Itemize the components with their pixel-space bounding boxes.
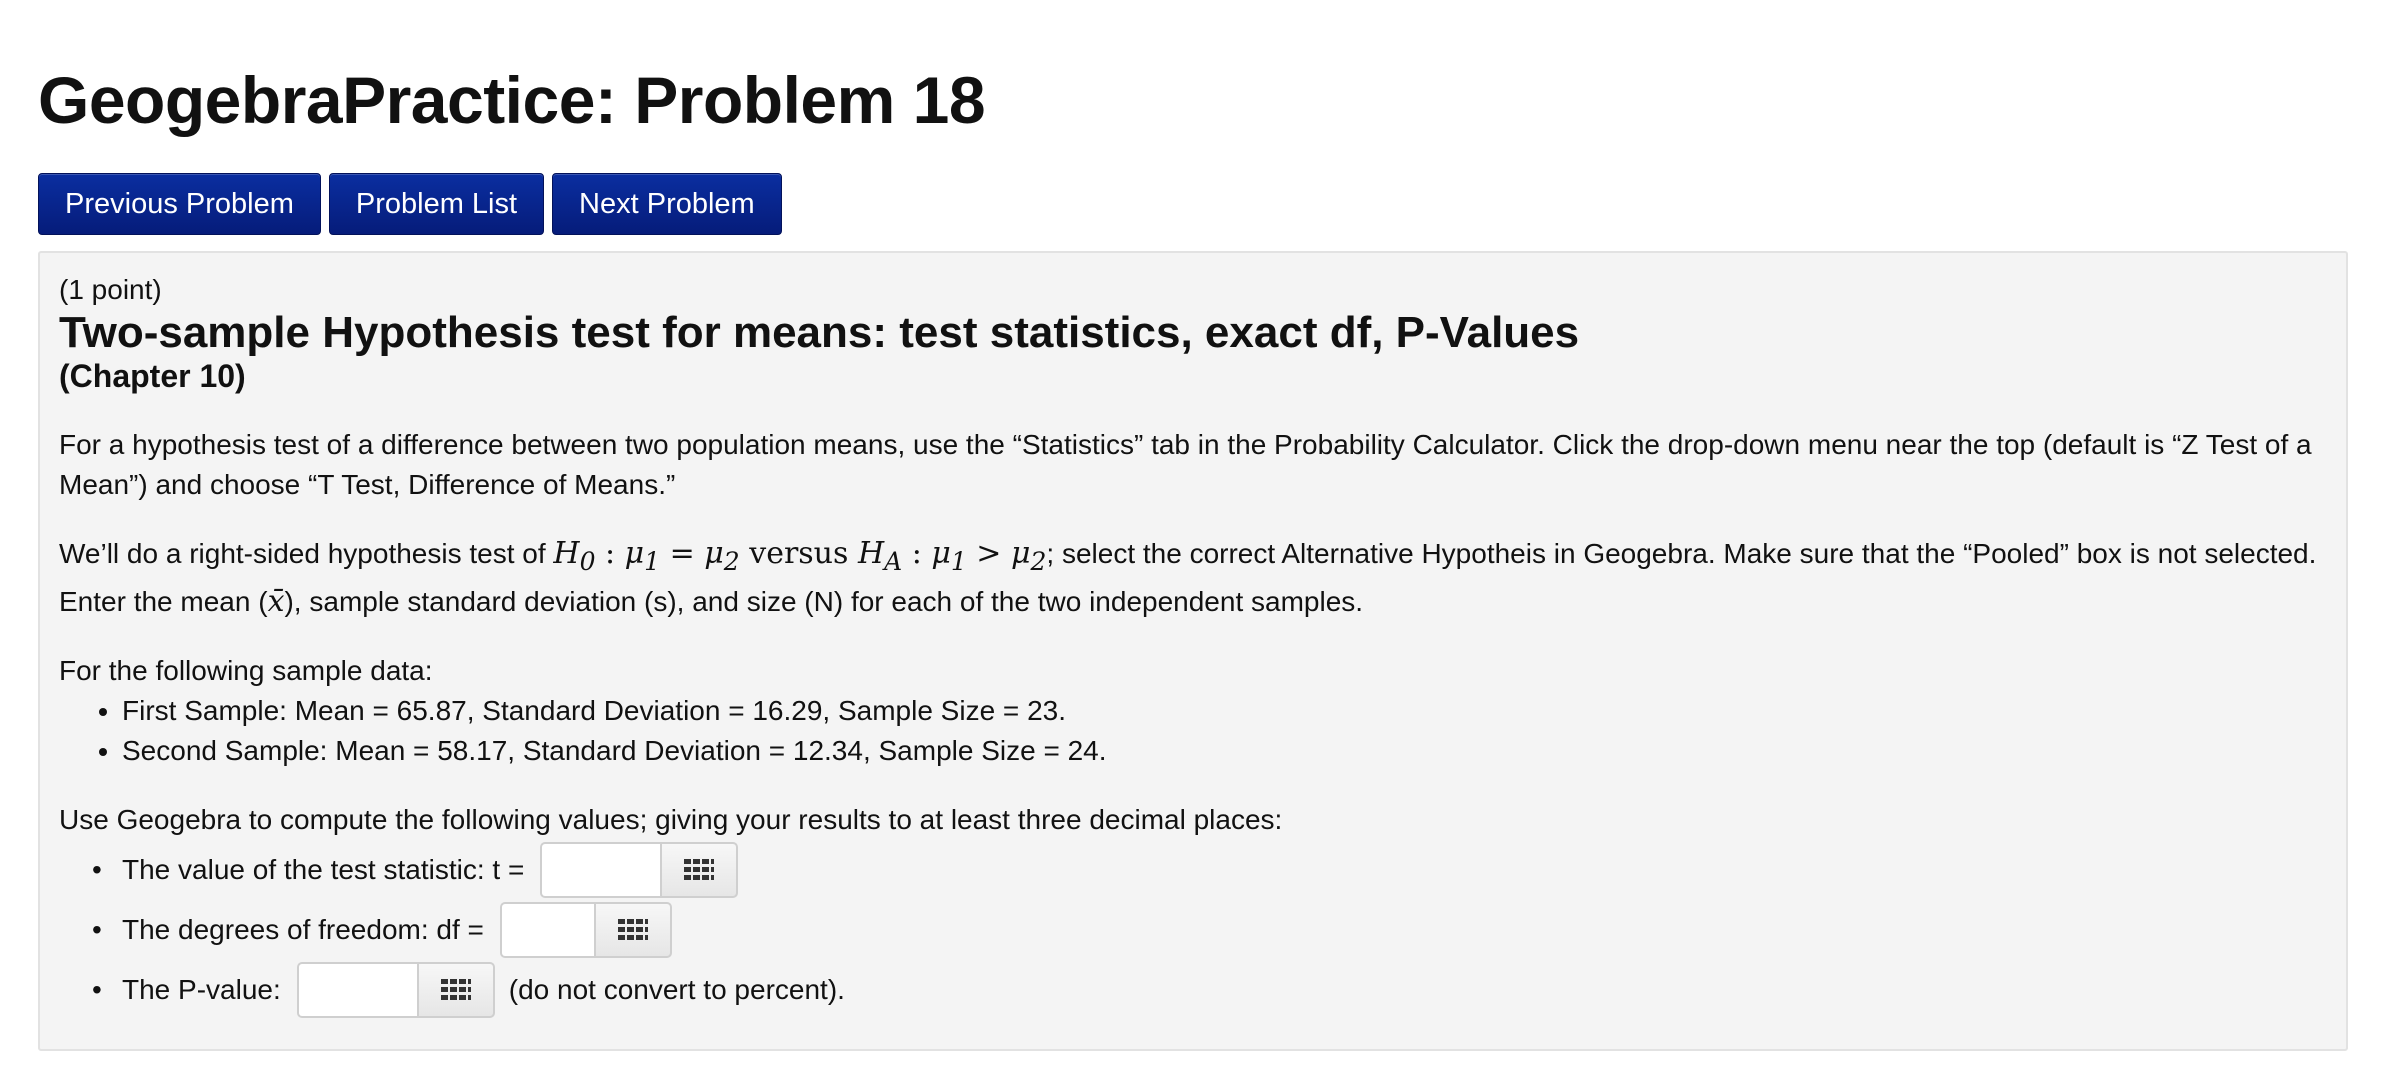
xbar-symbol: x̄ bbox=[267, 584, 285, 619]
problem-navigation: Previous Problem Problem List Next Probl… bbox=[38, 173, 2346, 235]
answer-label: The degrees of freedom: df = bbox=[122, 914, 484, 945]
hypothesis-paragraph: We’ll do a right-sided hypothesis test o… bbox=[59, 534, 2328, 622]
p-value-input[interactable] bbox=[296, 962, 417, 1018]
answer-list: The value of the test statistic: t = The… bbox=[59, 840, 2328, 1020]
page-title: GeogebraPractice: Problem 18 bbox=[38, 63, 986, 137]
hypothesis-formula: H0 : μ1 = μ2 versus HA : μ1 > μ2 bbox=[553, 536, 1047, 576]
answer-label: The value of the test statistic: t = bbox=[122, 854, 525, 885]
problem-list-button[interactable]: Problem List bbox=[328, 173, 545, 235]
answer-label: The P-value: bbox=[122, 974, 281, 1005]
page: GeogebraPractice: Problem 18 Previous Pr… bbox=[0, 0, 2384, 1051]
keypad-grid-icon[interactable] bbox=[416, 962, 495, 1018]
problem-title: Two-sample Hypothesis test for means: te… bbox=[59, 308, 1580, 357]
data-intro: For the following sample data: bbox=[59, 655, 433, 686]
t-statistic-input[interactable] bbox=[540, 842, 661, 898]
answer-field-group bbox=[540, 842, 739, 898]
answer-item-t-statistic: The value of the test statistic: t = bbox=[92, 840, 2328, 900]
answer-item-p-value: The P-value: (do not convert to percent)… bbox=[92, 960, 2328, 1020]
problem-box: (1 point) Two-sample Hypothesis test for… bbox=[38, 251, 2348, 1051]
chapter-label: (Chapter 10) bbox=[59, 358, 246, 394]
instructions-paragraph: For a hypothesis test of a difference be… bbox=[59, 429, 2312, 500]
answer-field-group bbox=[296, 962, 495, 1018]
answer-item-df: The degrees of freedom: df = bbox=[92, 900, 2328, 960]
hypothesis-text-start: We’ll do a right-sided hypothesis test o… bbox=[59, 538, 554, 569]
keypad-grid-icon[interactable] bbox=[593, 902, 672, 958]
hypothesis-text-end: ), sample standard deviation (s), and si… bbox=[284, 586, 1364, 617]
answer-field-group bbox=[499, 902, 672, 958]
list-item: Second Sample: Mean = 58.17, Standard De… bbox=[122, 731, 2328, 771]
next-problem-button[interactable]: Next Problem bbox=[552, 173, 782, 235]
sample-list: First Sample: Mean = 65.87, Standard Dev… bbox=[59, 691, 2328, 771]
previous-problem-button[interactable]: Previous Problem bbox=[38, 173, 321, 235]
keypad-grid-icon[interactable] bbox=[660, 842, 739, 898]
points-label: (1 point) bbox=[59, 274, 162, 305]
answer-suffix: (do not convert to percent). bbox=[508, 974, 845, 1005]
list-item: First Sample: Mean = 65.87, Standard Dev… bbox=[122, 691, 2328, 731]
compute-intro: Use Geogebra to compute the following va… bbox=[59, 804, 1283, 835]
df-input[interactable] bbox=[499, 902, 594, 958]
